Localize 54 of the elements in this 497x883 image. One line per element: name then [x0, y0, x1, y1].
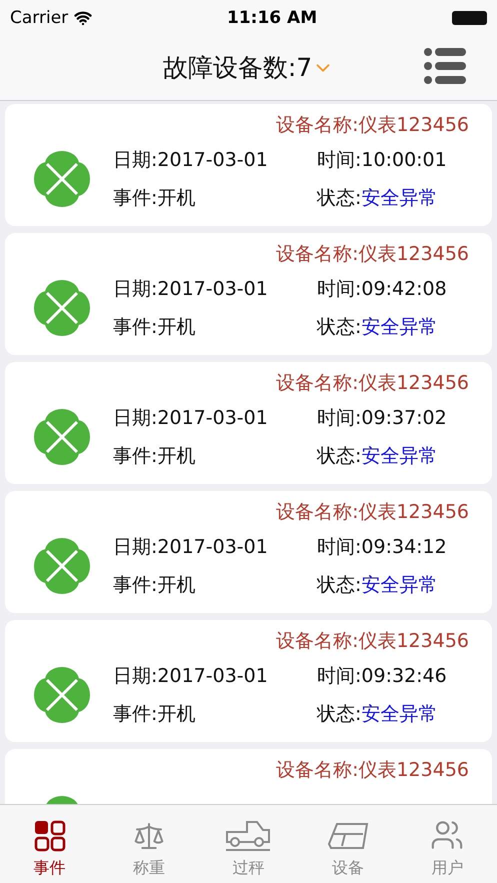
status-value: 安全异常: [361, 702, 438, 727]
status-value: 安全异常: [361, 573, 438, 598]
event-type: 事件:开机: [113, 573, 196, 598]
event-card[interactable]: 设备名称:仪表123456 日期:2017-03-01 时间:09:42:08 事件:开机 状态:安全异常: [5, 233, 492, 355]
device-name: 设备名称:仪表123456: [276, 242, 469, 267]
scale-icon: [133, 820, 166, 852]
clock-time: 11:16 AM: [227, 8, 318, 28]
device-name: 设备名称:仪表123456: [276, 758, 469, 783]
event-type: 事件:开机: [113, 444, 196, 469]
status-label: 状态:: [317, 315, 362, 340]
status-value: 安全异常: [361, 315, 438, 340]
device-icon: [326, 820, 369, 852]
device-name: 设备名称:仪表123456: [276, 371, 469, 396]
event-type: 事件:开机: [113, 702, 196, 727]
status-label: 状态:: [317, 186, 362, 211]
event-date: 日期:2017-03-01: [113, 535, 269, 560]
event-card[interactable]: 设备名称:仪表123456 日期:2017-03-01 时间:10:00:01 事件:开机 状态:安全异常: [5, 104, 492, 226]
event-date: 日期:2017-03-01: [113, 406, 269, 431]
truck-icon: [225, 818, 272, 852]
nav-title: 故障设备数:7: [162, 52, 312, 84]
status-label: 状态:: [317, 573, 362, 598]
tab-item[interactable]: 事件: [0, 805, 100, 883]
event-card[interactable]: 设备名称:仪表123456 日期:2017-03-01 时间:09:37:02 事件:开机 状态:安全异常: [5, 362, 492, 484]
clover-icon: [33, 537, 91, 595]
carrier-label: Carrier: [10, 8, 68, 28]
event-type: 事件:开机: [113, 315, 196, 340]
users-icon: [430, 818, 464, 852]
wifi-icon: [74, 8, 92, 26]
event-time: 时间:10:00:01: [317, 148, 448, 173]
device-name: 设备名称:仪表123456: [276, 113, 469, 138]
event-time: 时间:09:42:08: [317, 277, 448, 302]
event-card[interactable]: 设备名称:仪表123456: [5, 749, 492, 804]
clover-icon: [33, 279, 91, 337]
event-time: 时间:09:32:46: [317, 664, 448, 689]
status-value: 安全异常: [361, 444, 438, 469]
event-type: 事件:开机: [113, 186, 196, 211]
event-date: 日期:2017-03-01: [113, 277, 269, 302]
clover-icon: [33, 408, 91, 466]
status-value: 安全异常: [361, 186, 438, 211]
status-label: 状态:: [317, 702, 362, 727]
grid-icon: [34, 820, 66, 852]
event-date: 日期:2017-03-01: [113, 664, 269, 689]
event-date: 日期:2017-03-01: [113, 148, 269, 173]
clover-icon: [33, 666, 91, 724]
menu-icon[interactable]: [423, 46, 467, 86]
event-card[interactable]: 设备名称:仪表123456 日期:2017-03-01 时间:09:34:12 事件:开机 状态:安全异常: [5, 491, 492, 613]
event-time: 时间:09:34:12: [317, 535, 448, 560]
status-label: 状态:: [317, 444, 362, 469]
battery-icon: [452, 10, 487, 24]
event-time: 时间:09:37:02: [317, 406, 448, 431]
device-name: 设备名称:仪表123456: [276, 500, 469, 525]
device-name: 设备名称:仪表123456: [276, 629, 469, 654]
event-card[interactable]: 设备名称:仪表123456 日期:2017-03-01 时间:09:32:46 事件:开机 状态:安全异常: [5, 620, 492, 742]
clover-icon: [33, 150, 91, 208]
